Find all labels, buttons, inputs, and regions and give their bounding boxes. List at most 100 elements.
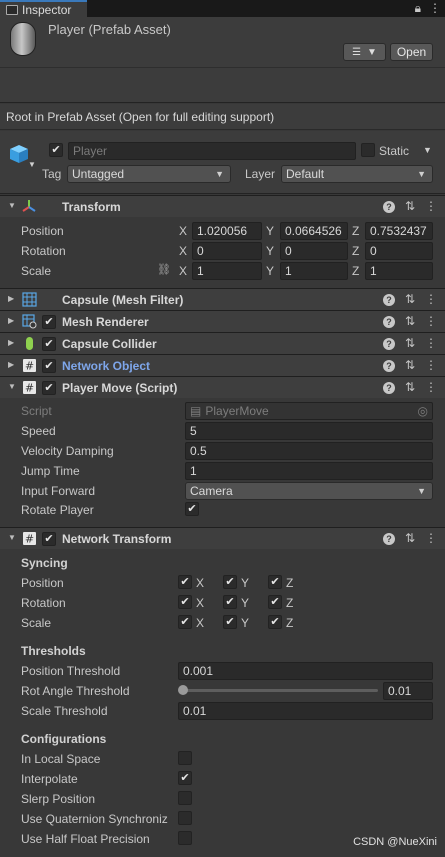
- axis-z-label: Z: [352, 224, 360, 238]
- rotation-x-field[interactable]: 0: [192, 242, 262, 260]
- static-label: Static: [379, 144, 410, 158]
- more-icon[interactable]: ⋮: [425, 380, 437, 394]
- axis-x-label: X: [179, 224, 188, 238]
- enabled-checkbox[interactable]: ✔: [42, 315, 56, 329]
- sync-scale-y-checkbox[interactable]: ✔: [223, 615, 237, 629]
- sync-rotation-z-checkbox[interactable]: ✔: [268, 595, 282, 609]
- more-icon[interactable]: ⋮: [425, 531, 437, 545]
- interpolate-checkbox[interactable]: ✔: [178, 771, 192, 785]
- jump-time-field[interactable]: 1: [185, 462, 433, 480]
- more-icon[interactable]: ⋮: [425, 358, 437, 372]
- component-tools: ? ⇅ ⋮: [382, 314, 437, 328]
- sync-position-z-checkbox[interactable]: ✔: [268, 575, 282, 589]
- preset-icon[interactable]: ⇅: [405, 336, 415, 350]
- axis-x-label: X: [196, 616, 205, 630]
- rotate-player-checkbox[interactable]: ✔: [185, 502, 199, 516]
- rotate-player-label: Rotate Player: [21, 503, 94, 517]
- capsule-collider-header[interactable]: ▶ ✔ Capsule Collider ? ⇅ ⋮: [0, 332, 445, 354]
- more-icon[interactable]: ⋮: [425, 336, 437, 350]
- use-half-float-checkbox[interactable]: [178, 831, 192, 845]
- rotation-z-field[interactable]: 0: [365, 242, 433, 260]
- rot-angle-threshold-field[interactable]: 0.01: [383, 682, 433, 700]
- scale-threshold-field[interactable]: 0.01: [178, 702, 433, 720]
- enabled-checkbox[interactable]: ✔: [42, 532, 56, 546]
- more-icon[interactable]: ⋮: [425, 292, 437, 306]
- static-chevron-down-icon[interactable]: ▼: [423, 145, 432, 155]
- layer-dropdown[interactable]: Default ▼: [281, 165, 433, 183]
- rot-angle-slider-handle[interactable]: [178, 685, 188, 695]
- enabled-checkbox[interactable]: ✔: [42, 337, 56, 351]
- preset-icon[interactable]: ⇅: [405, 199, 415, 213]
- help-icon[interactable]: ?: [382, 294, 395, 306]
- constrain-proportions-icon[interactable]: ⛓︎: [157, 263, 171, 276]
- preset-icon[interactable]: ⇅: [405, 292, 415, 306]
- static-checkbox[interactable]: [361, 143, 375, 157]
- interpolate-label: Interpolate: [21, 772, 78, 786]
- foldout-open-icon[interactable]: ▼: [8, 201, 16, 210]
- sync-rotation-y-checkbox[interactable]: ✔: [223, 595, 237, 609]
- scale-x-field[interactable]: 1: [192, 262, 262, 280]
- sync-scale-z-checkbox[interactable]: ✔: [268, 615, 282, 629]
- slerp-position-checkbox[interactable]: [178, 791, 192, 805]
- scale-y-field[interactable]: 1: [280, 262, 348, 280]
- enabled-checkbox[interactable]: ✔: [42, 359, 56, 373]
- sync-scale-label: Scale: [21, 616, 52, 630]
- mesh-filter-header[interactable]: ▶ Capsule (Mesh Filter) ? ⇅ ⋮: [0, 288, 445, 310]
- prefab-notice: Root in Prefab Asset (Open for full edit…: [0, 104, 445, 130]
- input-forward-dropdown[interactable]: Camera ▼: [185, 482, 433, 500]
- mesh-renderer-header[interactable]: ▶ ✔ Mesh Renderer ? ⇅ ⋮: [0, 310, 445, 332]
- enabled-checkbox[interactable]: ✔: [42, 381, 56, 395]
- layer-value: Default: [286, 167, 325, 181]
- foldout-closed-icon[interactable]: ▶: [8, 360, 14, 369]
- help-icon[interactable]: ?: [382, 201, 395, 213]
- component-tools: ? ⇅ ⋮: [382, 358, 437, 372]
- more-menu-icon[interactable]: ⋮: [429, 1, 441, 16]
- tag-value: Untagged: [72, 167, 125, 181]
- help-icon[interactable]: ?: [382, 316, 395, 328]
- scale-z-field[interactable]: 1: [365, 262, 433, 280]
- speed-field[interactable]: 5: [185, 422, 433, 440]
- more-icon[interactable]: ⋮: [425, 314, 437, 328]
- help-icon[interactable]: ?: [382, 533, 395, 545]
- preset-icon[interactable]: ⇅: [405, 314, 415, 328]
- use-quaternion-sync-checkbox[interactable]: [178, 811, 192, 825]
- position-threshold-field[interactable]: 0.001: [178, 662, 433, 680]
- more-icon[interactable]: ⋮: [425, 199, 437, 213]
- sync-position-x-checkbox[interactable]: ✔: [178, 575, 192, 589]
- preset-icon[interactable]: ⇅: [405, 531, 415, 545]
- position-y-field[interactable]: 0.0664526: [280, 222, 348, 240]
- rot-angle-slider-track[interactable]: [182, 689, 378, 692]
- network-object-header[interactable]: ▶ # ✔ Network Object ? ⇅ ⋮: [0, 354, 445, 376]
- gameobject-name-field[interactable]: Player: [68, 142, 356, 160]
- list-dropdown-button[interactable]: ☰ ▼: [343, 43, 386, 61]
- transform-header[interactable]: ▼ Transform ? ⇅ ⋮: [0, 195, 445, 217]
- foldout-closed-icon[interactable]: ▶: [8, 294, 14, 303]
- velocity-damping-field[interactable]: 0.5: [185, 442, 433, 460]
- foldout-closed-icon[interactable]: ▶: [8, 338, 14, 347]
- position-x-field[interactable]: 1.020056: [192, 222, 262, 240]
- foldout-closed-icon[interactable]: ▶: [8, 316, 14, 325]
- foldout-open-icon[interactable]: ▼: [8, 533, 16, 542]
- help-icon[interactable]: ?: [382, 360, 395, 372]
- help-icon[interactable]: ?: [382, 338, 395, 350]
- preset-icon[interactable]: ⇅: [405, 358, 415, 372]
- tab-inspector[interactable]: Inspector: [0, 0, 87, 17]
- sync-scale-x-checkbox[interactable]: ✔: [178, 615, 192, 629]
- sync-position-y-checkbox[interactable]: ✔: [223, 575, 237, 589]
- cube-icon[interactable]: [8, 143, 30, 165]
- rotation-y-field[interactable]: 0: [280, 242, 348, 260]
- sync-rotation-x-checkbox[interactable]: ✔: [178, 595, 192, 609]
- player-move-header[interactable]: ▼ # ✔ Player Move (Script) ? ⇅ ⋮: [0, 376, 445, 398]
- active-checkbox[interactable]: ✔: [49, 143, 63, 157]
- icon-chevron-down-icon[interactable]: ▼: [28, 160, 36, 169]
- axis-y-label: Y: [266, 264, 275, 278]
- preset-icon[interactable]: ⇅: [405, 380, 415, 394]
- position-z-field[interactable]: 0.7532437: [365, 222, 433, 240]
- tag-dropdown[interactable]: Untagged ▼: [67, 165, 231, 183]
- open-button[interactable]: Open: [390, 43, 433, 61]
- help-icon[interactable]: ?: [382, 382, 395, 394]
- in-local-space-checkbox[interactable]: [178, 751, 192, 765]
- lock-icon[interactable]: 🔒︎: [415, 1, 421, 16]
- foldout-open-icon[interactable]: ▼: [8, 382, 16, 391]
- network-transform-header[interactable]: ▼ # ✔ Network Transform ? ⇅ ⋮: [0, 527, 445, 549]
